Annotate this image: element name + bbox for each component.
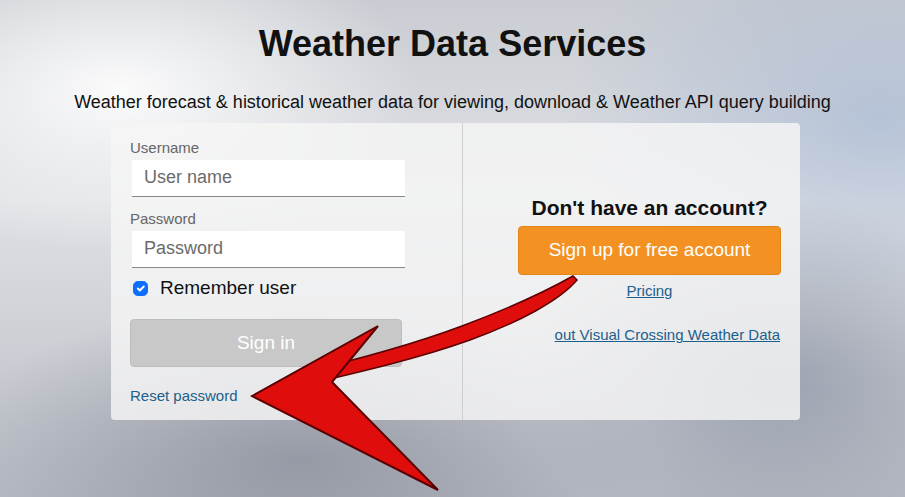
remember-user-option[interactable]: Remember user: [133, 274, 442, 303]
username-input[interactable]: [132, 160, 405, 197]
info-link[interactable]: Pricing: [518, 280, 781, 303]
signup-prompt: Don't have an account?: [518, 195, 781, 220]
remember-checkbox[interactable]: [133, 281, 148, 296]
reset-password-link[interactable]: Reset password: [130, 385, 238, 408]
password-input[interactable]: [132, 231, 405, 268]
page-subtitle: Weather forecast & historical weather da…: [0, 92, 905, 114]
sign-in-form: Username Password Remember user Sign in Rese…: [111, 123, 462, 421]
page-header: Weather Data Services Weather forecast & …: [0, 0, 905, 114]
sign-in-button[interactable]: Sign in: [130, 319, 402, 367]
annotation-arrow-icon: [0, 0, 905, 497]
remember-label: Remember user: [160, 274, 296, 303]
signup-box: Don't have an account? Sign up for free a…: [518, 195, 781, 347]
signup-section: Don't have an account? Sign up for free a…: [462, 123, 800, 421]
username-label: Username: [130, 139, 442, 157]
password-label: Password: [130, 210, 442, 228]
login-panel: Username Password Remember user Sign in Rese…: [111, 123, 800, 421]
info-link[interactable]: out Visual Crossing Weather Data: [518, 324, 780, 347]
page-title: Weather Data Services: [0, 22, 905, 65]
signup-button[interactable]: Sign up for free account: [518, 226, 781, 275]
